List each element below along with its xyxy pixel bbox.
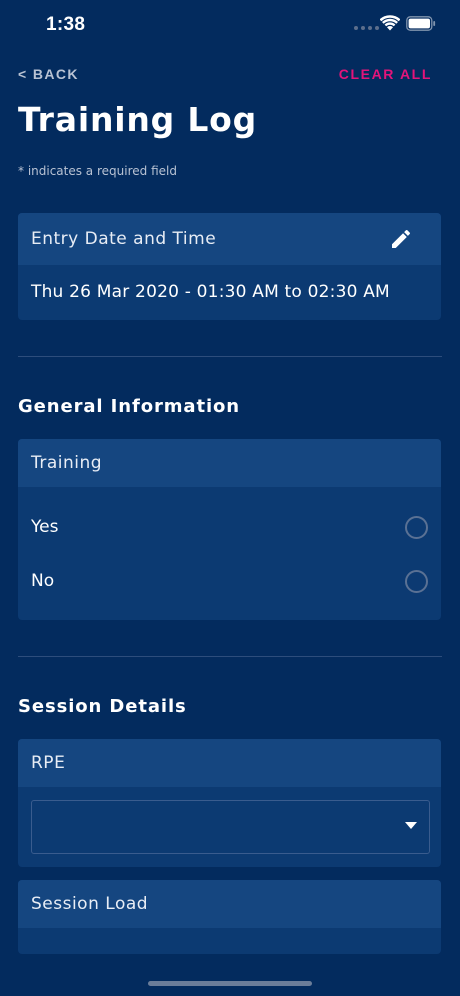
option-label: Yes bbox=[31, 517, 59, 537]
section-divider bbox=[18, 656, 442, 657]
wifi-icon bbox=[380, 15, 400, 31]
required-field-note: * indicates a required field bbox=[18, 164, 177, 178]
radio-button-no[interactable] bbox=[405, 569, 428, 593]
training-log-screen: 1:38 < BACK CLEAR ALL Training Log * ind… bbox=[0, 0, 460, 996]
general-information-title: General Information bbox=[18, 396, 241, 417]
entry-date-header: Entry Date and Time bbox=[18, 213, 441, 265]
session-load-label: Session Load bbox=[31, 894, 149, 914]
training-label: Training bbox=[31, 453, 103, 473]
rpe-header: RPE bbox=[18, 739, 441, 787]
session-load-card: Session Load bbox=[18, 880, 441, 954]
radio-button-yes[interactable] bbox=[405, 515, 428, 539]
training-header: Training bbox=[18, 439, 441, 487]
battery-icon bbox=[406, 16, 436, 31]
rpe-card: RPE bbox=[18, 739, 441, 867]
training-option-yes[interactable]: Yes bbox=[18, 507, 441, 547]
session-details-title: Session Details bbox=[18, 696, 187, 717]
section-divider bbox=[18, 356, 442, 357]
home-indicator[interactable] bbox=[148, 981, 312, 986]
entry-date-label: Entry Date and Time bbox=[31, 229, 217, 249]
status-bar: 1:38 bbox=[0, 0, 460, 50]
status-time: 1:38 bbox=[46, 14, 86, 35]
rpe-label: RPE bbox=[31, 753, 66, 773]
entry-date-card: Entry Date and Time Thu 26 Mar 2020 - 01… bbox=[18, 213, 441, 320]
clear-all-button[interactable]: CLEAR ALL bbox=[339, 66, 432, 82]
back-button[interactable]: < BACK bbox=[18, 66, 79, 82]
pencil-icon[interactable] bbox=[389, 227, 413, 251]
caret-down-icon bbox=[405, 822, 417, 829]
training-option-no[interactable]: No bbox=[18, 561, 441, 601]
training-card: Training Yes No bbox=[18, 439, 441, 620]
page-title: Training Log bbox=[18, 100, 258, 139]
rpe-dropdown[interactable] bbox=[31, 800, 430, 854]
entry-date-value[interactable]: Thu 26 Mar 2020 - 01:30 AM to 02:30 AM bbox=[18, 265, 441, 302]
cellular-signal-icon bbox=[354, 26, 379, 30]
option-label: No bbox=[31, 571, 55, 591]
session-load-header: Session Load bbox=[18, 880, 441, 928]
